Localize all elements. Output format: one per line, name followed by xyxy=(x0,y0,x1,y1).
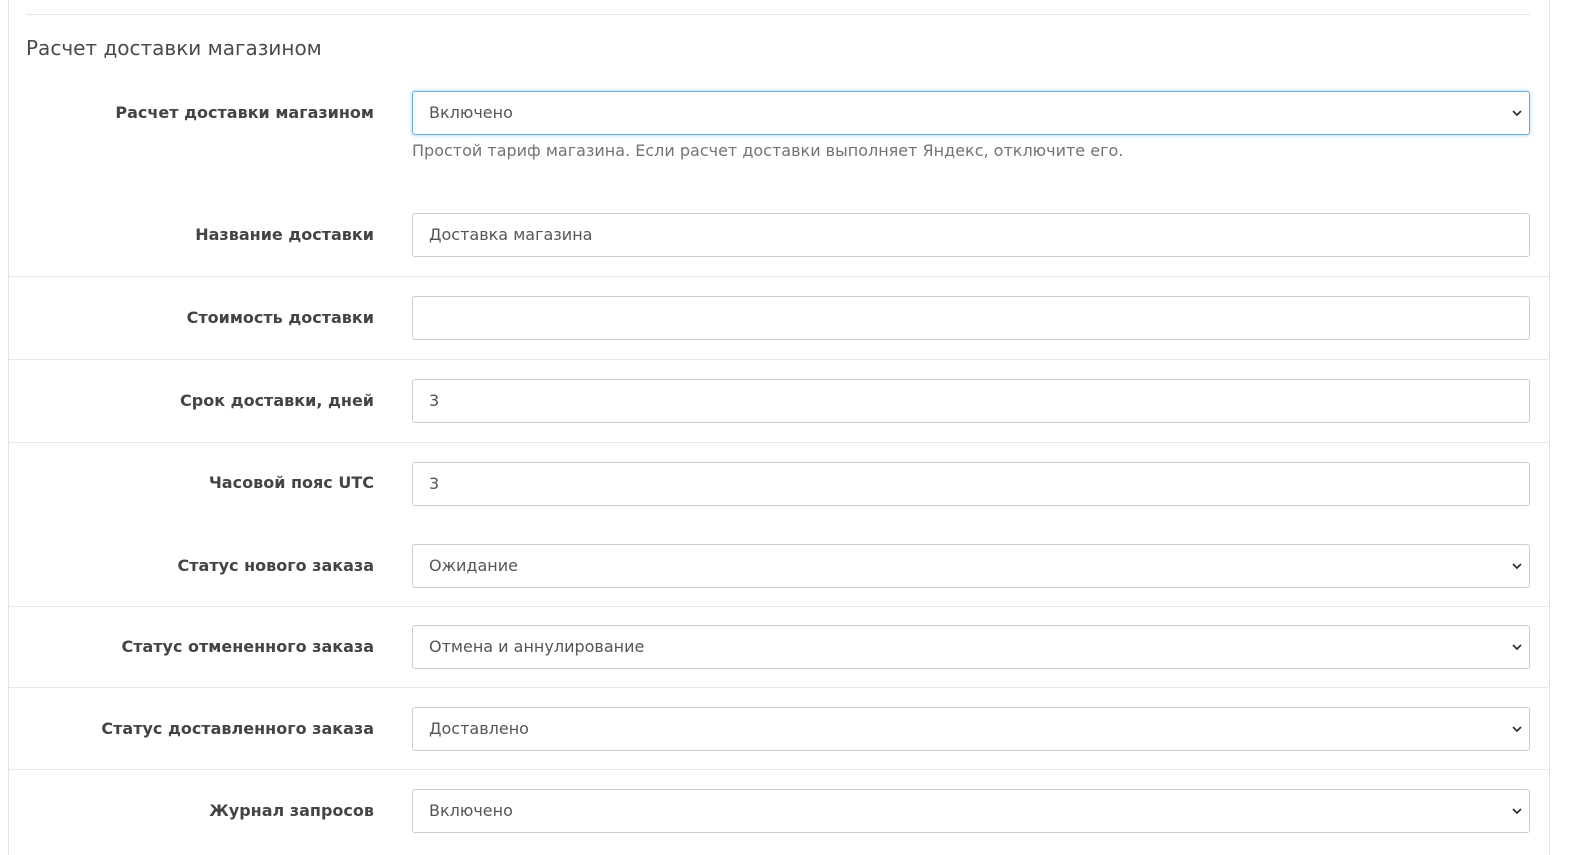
delivered-order-status-value: Доставлено xyxy=(429,719,529,738)
chevron-down-icon xyxy=(1512,110,1522,117)
row-divider xyxy=(9,276,1548,277)
request-log-select[interactable]: Включено xyxy=(412,789,1530,833)
delivered-order-status-select[interactable]: Доставлено xyxy=(412,707,1530,751)
new-order-status-select[interactable]: Ожидание xyxy=(412,544,1530,588)
chevron-down-icon xyxy=(1512,726,1522,733)
shop-calc-help: Простой тариф магазина. Если расчет дост… xyxy=(412,141,1124,160)
request-log-value: Включено xyxy=(429,801,513,820)
timezone-input[interactable]: 3 xyxy=(412,462,1530,506)
chevron-down-icon xyxy=(1512,808,1522,815)
delivery-name-input[interactable]: Доставка магазина xyxy=(412,213,1530,257)
timezone-label: Часовой пояс UTC xyxy=(208,473,374,492)
delivery-cost-label: Стоимость доставки xyxy=(186,308,374,327)
canceled-order-status-value: Отмена и аннулирование xyxy=(429,637,645,656)
canceled-order-status-label: Статус отмененного заказа xyxy=(121,637,374,656)
delivery-name-value: Доставка магазина xyxy=(429,225,593,244)
canceled-order-status-select[interactable]: Отмена и аннулирование xyxy=(412,625,1530,669)
delivery-cost-input[interactable] xyxy=(412,296,1530,340)
chevron-down-icon xyxy=(1512,644,1522,651)
delivered-order-status-label: Статус доставленного заказа xyxy=(101,719,374,738)
shop-calc-select[interactable]: Включено xyxy=(412,91,1530,135)
new-order-status-label: Статус нового заказа xyxy=(177,556,375,575)
top-divider xyxy=(26,14,1530,15)
row-divider xyxy=(9,442,1548,443)
row-divider xyxy=(9,606,1548,607)
section-title: Расчет доставки магазином xyxy=(26,36,322,60)
new-order-status-value: Ожидание xyxy=(429,556,518,575)
delivery-days-input[interactable]: 3 xyxy=(412,379,1530,423)
shop-calc-label: Расчет доставки магазином xyxy=(115,103,374,122)
shop-calc-value: Включено xyxy=(429,103,513,122)
row-divider xyxy=(9,687,1548,688)
row-divider xyxy=(9,769,1548,770)
request-log-label: Журнал запросов xyxy=(209,801,374,820)
timezone-value: 3 xyxy=(429,474,440,493)
delivery-name-label: Название доставки xyxy=(195,225,374,244)
delivery-days-value: 3 xyxy=(429,391,440,410)
row-divider xyxy=(9,359,1548,360)
chevron-down-icon xyxy=(1512,563,1522,570)
delivery-days-label: Срок доставки, дней xyxy=(180,391,374,410)
